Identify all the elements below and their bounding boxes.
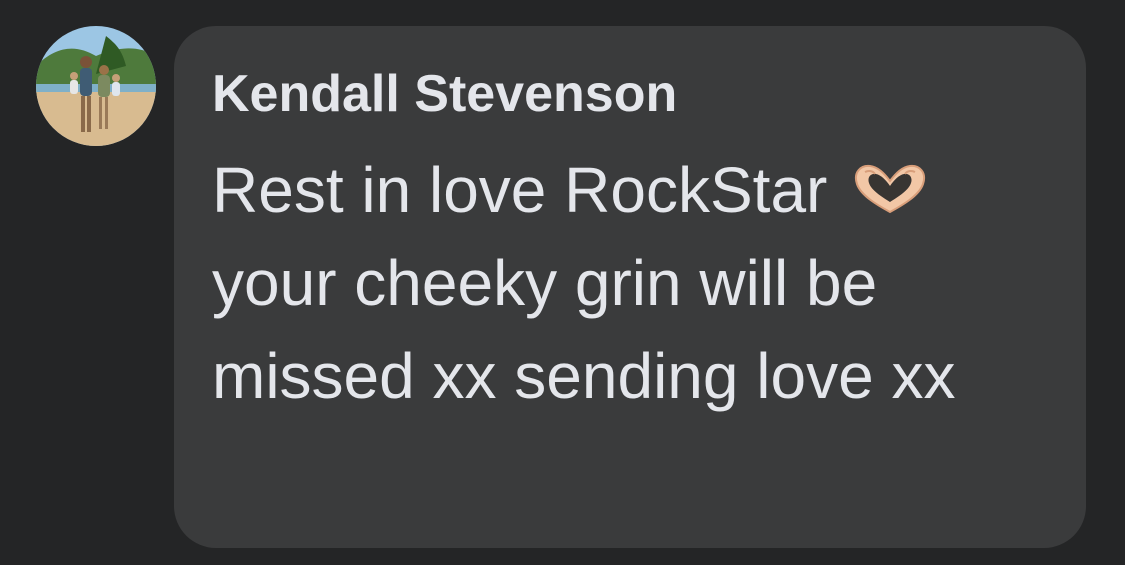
heart-hands-icon <box>851 162 929 216</box>
avatar[interactable] <box>36 26 156 146</box>
comment-bubble: Kendall Stevenson Rest in love RockStar … <box>174 26 1086 548</box>
comment-text-rest: your cheeky grin will be missed xx sendi… <box>212 247 956 412</box>
profile-photo-icon <box>36 26 156 146</box>
comment-text: Rest in love RockStar your cheeky grin w… <box>212 144 1042 423</box>
comment: Kendall Stevenson Rest in love RockStar … <box>0 0 1125 565</box>
comment-author[interactable]: Kendall Stevenson <box>212 62 1048 126</box>
comment-text-first-line: Rest in love RockStar <box>212 154 828 226</box>
